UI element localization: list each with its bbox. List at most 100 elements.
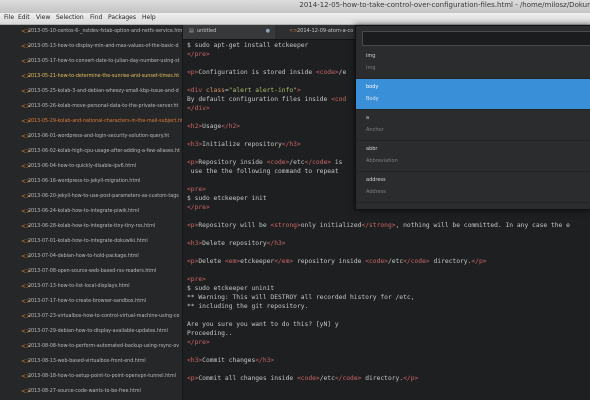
palette-item-name: a	[366, 115, 370, 121]
code-token: Usage	[202, 123, 222, 130]
tree-item-label: 2013-07-17-how-to-create-browser-sandbox…	[28, 299, 147, 304]
code-line[interactable]: <pre>	[187, 186, 206, 195]
code-line[interactable]: <p>Repository inside <code>/etc</code> i…	[187, 159, 342, 168]
code-line[interactable]: <p>Configuration is stored inside <code>…	[187, 69, 346, 78]
autocomplete-palette[interactable]: img Img body Body a Anchor abbr Abbreviation add…	[355, 25, 590, 210]
code-token: directory.	[361, 375, 404, 382]
code-line[interactable]: Are you sure you want to do this? [yN] y	[187, 321, 339, 330]
tree-item-label: 2013-06-16-wordpress-to-jekyll-migration…	[28, 179, 141, 184]
code-token: </p>	[471, 258, 487, 265]
tree-item-label: 2013-07-01-kolab-how-to-integrate-dokuwi…	[28, 239, 148, 244]
tree-item-label: 2013-07-23-virtualbox-how-to-control-vir…	[28, 314, 180, 319]
code-line[interactable]: Proceeding..	[187, 330, 233, 339]
code-line[interactable]: $ sudo apt-get install etckeeper	[187, 42, 308, 51]
code-token: directory.	[429, 258, 472, 265]
html-file-icon: <>	[21, 298, 32, 305]
menu-item-file[interactable]: File	[4, 14, 14, 21]
menu-item-selection[interactable]: Selection	[56, 14, 84, 21]
tree-item[interactable]: <> 2013-06-20-jekyll-how-to-use-post-para…	[0, 190, 182, 205]
code-line[interactable]: ** including the git repository.	[187, 303, 308, 312]
menu-item-find[interactable]: Find	[90, 14, 102, 21]
code-token: Delete repository	[202, 240, 267, 247]
code-line[interactable]: <h2>Usage</h2>	[187, 123, 240, 132]
menu-item-edit[interactable]: Edit	[18, 14, 30, 21]
tree-item[interactable]: <> 2013-05-29-kolab-and-national-characte…	[0, 115, 182, 130]
tree-item[interactable]: <> 2013-06-04-how-to-quickly-disable-ipv6…	[0, 160, 182, 175]
tree-item-label: 2013-05-25-kolab-3-and-debian-wheezy-sma…	[28, 89, 179, 94]
code-line[interactable]: </pre>	[187, 204, 210, 213]
tree-item[interactable]: <> 2013-06-16-wordpress-to-jekyll-migrati…	[0, 175, 182, 190]
palette-item-img[interactable]: img Img	[356, 48, 590, 79]
code-token: class	[205, 87, 225, 94]
tree-item[interactable]: <> 2013-07-01-kolab-how-to-integrate-doku…	[0, 235, 182, 250]
code-token: Repository inside	[198, 159, 267, 166]
tree-item[interactable]: <> 2013-06-01-wordpress-and-login-securit…	[0, 130, 182, 145]
window-titlebar: 2014-12-05-how-to-take-control-over-conf…	[0, 0, 590, 14]
palette-item-name: img	[366, 53, 376, 59]
tree-item[interactable]: <> 2013-08-27-source-code-wants-to-be-fre…	[0, 385, 182, 400]
code-line[interactable]: <p>Delete <em>etckeeper</em> repository …	[187, 258, 487, 267]
tree-item[interactable]: <> 2013-05-26-kolab-move-personal-data-to…	[0, 100, 182, 115]
tree-item[interactable]: <> 2013-05-13-how-to-display-min-and-max-…	[0, 40, 182, 55]
menu-item-packages[interactable]: Packages	[108, 14, 136, 21]
code-line[interactable]: $ sudo etckeeper init	[187, 195, 267, 204]
tree-item[interactable]: <> 2013-08-08-how-to-perform-automated-ba…	[0, 340, 182, 355]
tree-item-label: 2013-05-10-centos-6-_nstdev-fstab-option…	[28, 29, 183, 34]
tree-item-label: 2013-07-08-open-source-web-based-rss-rea…	[28, 269, 157, 274]
tree-item[interactable]: <> 2013-07-04-debian-how-to-hold-package.…	[0, 250, 182, 265]
code-line[interactable]: <h3>Commit changes</h3>	[187, 357, 274, 366]
code-line[interactable]: use the the following command to repeat	[187, 168, 339, 177]
tree-item[interactable]: <> 2013-08-18-how-to-setup-point-to-point…	[0, 370, 182, 385]
tree-view[interactable]: <> 2013-05-10-centos-6-_nstdev-fstab-opti…	[0, 25, 183, 400]
code-line[interactable]: <div class="alert alert-info">	[187, 87, 301, 96]
tree-item[interactable]: <> 2013-05-21-how-to-determine-the-sunris…	[0, 70, 182, 85]
menu-item-help[interactable]: Help	[142, 14, 156, 21]
tree-item[interactable]: <> 2013-06-02-kolab-high-cpu-usage-after-…	[0, 145, 182, 160]
tree-item[interactable]: <> 2013-07-13-how-to-list-local-displays.…	[0, 280, 182, 295]
tree-item[interactable]: <> 2013-07-17-how-to-create-browser-sandb…	[0, 295, 182, 310]
palette-search-input[interactable]	[362, 31, 590, 46]
code-token: $ sudo etckeeper init	[187, 195, 267, 202]
code-line[interactable]: </pre>	[187, 51, 210, 60]
tree-item[interactable]: <> 2013-07-23-virtualbox-how-to-control-v…	[0, 310, 182, 325]
code-token: <pre>	[187, 276, 206, 283]
code-line[interactable]: <p>Repository will be <strong>only initi…	[187, 222, 570, 231]
tree-item[interactable]: <> 2013-07-29-debian-how-to-display-avail…	[0, 325, 182, 340]
code-token: </pre>	[187, 51, 210, 58]
tree-item[interactable]: <> 2013-06-24-kolab-how-to-integrate-piwi…	[0, 205, 182, 220]
code-token: <code>	[296, 375, 320, 382]
code-token: <h3>	[187, 141, 203, 148]
menu-item-view[interactable]: View	[36, 14, 50, 21]
tree-item[interactable]: <> 2013-08-13-web-based-virtualbox-front-…	[0, 355, 182, 370]
tree-item-label: 2013-07-29-debian-how-to-display-availab…	[28, 329, 168, 334]
code-line[interactable]: ** Warning: This will DESTROY all record…	[187, 294, 414, 303]
tab-untitled[interactable]: ▤ untitled ●	[183, 25, 275, 39]
tree-item[interactable]: <> 2013-05-25-kolab-3-and-debian-wheezy-s…	[0, 85, 182, 100]
tree-item[interactable]: <> 2013-05-17-how-to-convert-date-to-juli…	[0, 55, 182, 70]
code-token: , nothing will be committed. In any case…	[395, 222, 570, 229]
close-icon[interactable]: ●	[266, 28, 270, 34]
code-line[interactable]: <p>Commit all changes inside <code>/etc<…	[187, 375, 418, 384]
palette-item-address[interactable]: address Address	[356, 172, 590, 203]
html-file-icon: <>	[21, 388, 32, 395]
code-line[interactable]: </div>	[187, 105, 210, 114]
tree-item[interactable]: <> 2013-07-08-open-source-web-based-rss-r…	[0, 265, 182, 280]
code-token: Configuration is stored inside	[198, 69, 316, 76]
tree-item[interactable]: <> 2013-06-28-kolab-how-to-integrate-tiny…	[0, 220, 182, 235]
code-token: <pre>	[187, 186, 206, 193]
code-token: >	[296, 87, 301, 94]
code-line[interactable]: </pre>	[187, 339, 210, 348]
code-line[interactable]: <pre>	[187, 276, 206, 285]
code-line[interactable]: <h3>Initialize repository</h3>	[187, 141, 301, 150]
code-line[interactable]: By default configuration files inside <c…	[187, 96, 346, 105]
code-line[interactable]: $ sudo etckeeper uninit	[187, 285, 274, 294]
palette-item-abbr[interactable]: abbr Abbreviation	[356, 141, 590, 172]
palette-item-a[interactable]: a Anchor	[356, 110, 590, 141]
tree-item[interactable]: <> 2013-05-10-centos-6-_nstdev-fstab-opti…	[0, 25, 182, 40]
tree-item-label: 2013-08-08-how-to-perform-automated-back…	[28, 344, 180, 349]
html-file-icon: <>	[21, 358, 32, 365]
code-token: </h3>	[281, 141, 301, 148]
palette-item-body[interactable]: body Body	[356, 79, 590, 110]
code-line[interactable]: <h3>Delete repository</h3>	[187, 240, 286, 249]
tree-item-label: 2013-08-13-web-based-virtualbox-front-en…	[28, 359, 146, 364]
